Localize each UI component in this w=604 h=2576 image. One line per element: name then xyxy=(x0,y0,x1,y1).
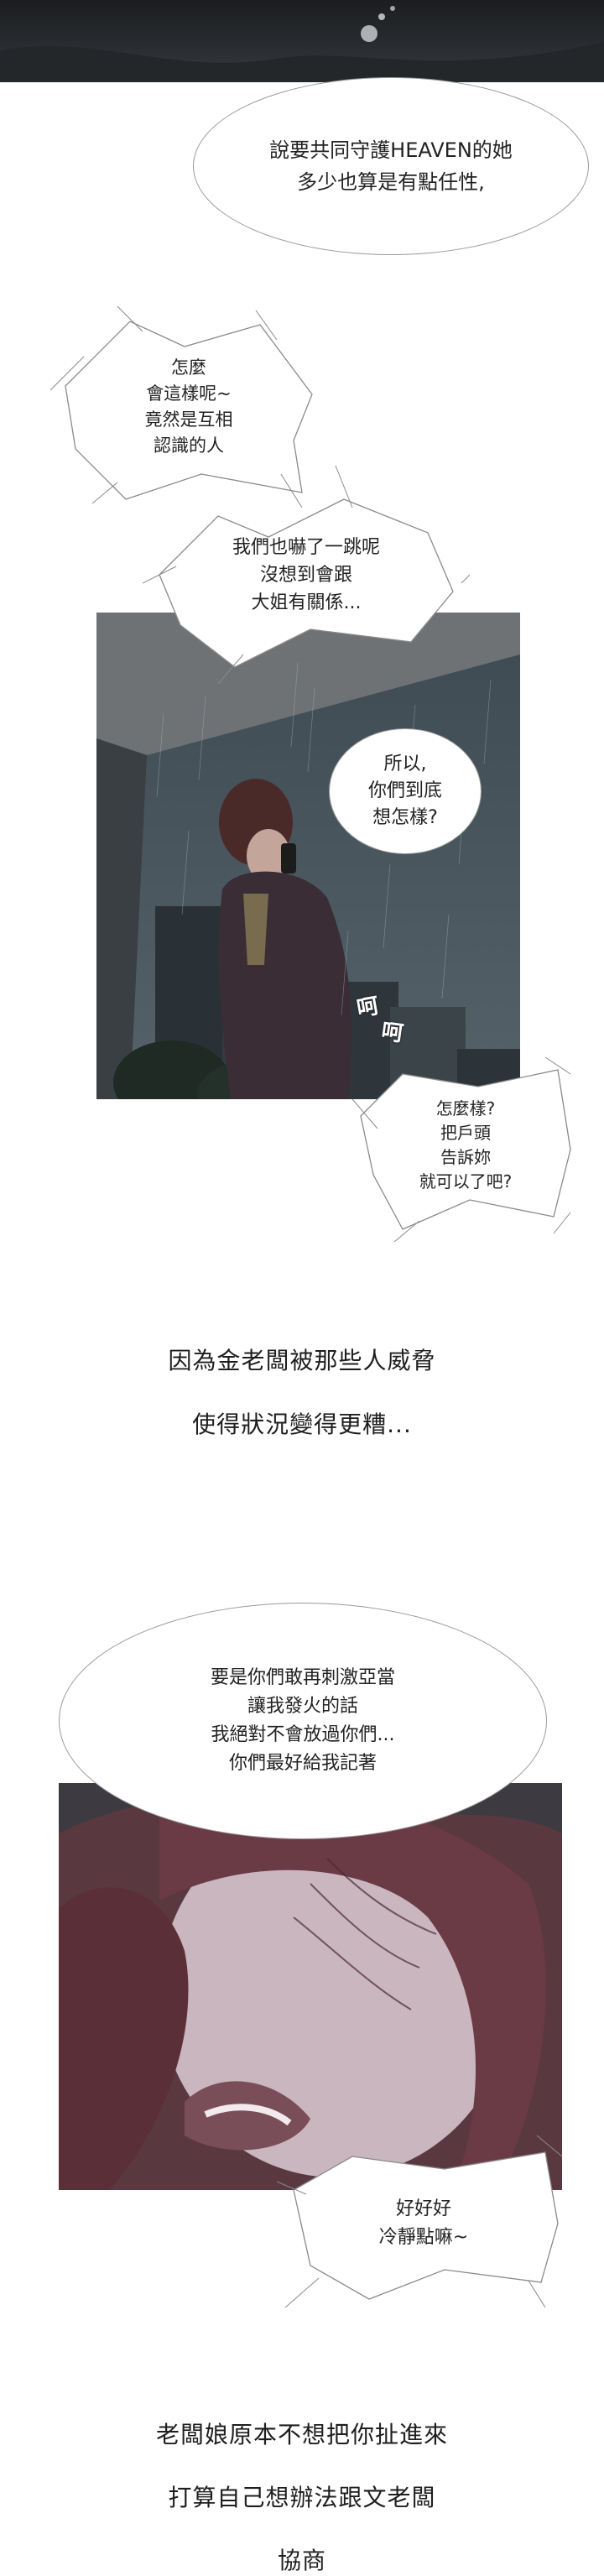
top-panel-art xyxy=(0,6,604,82)
spiky-bubble-3: 怎麼樣? 把戶頭 告訴妳 就可以了吧? xyxy=(352,1049,579,1242)
spiky-2-line-1: 我們也嚇了一跳呢 xyxy=(232,536,380,558)
rain-panel xyxy=(96,613,520,1099)
bubble-phone-line-1: 所以, xyxy=(383,754,427,774)
crying-panel xyxy=(59,1783,562,2190)
spiky-1-line-1: 怎麼 xyxy=(171,357,206,378)
narration-1-line-1: 因為金老闆被那些人威脅 xyxy=(168,1347,436,1374)
narration-2-line-3: 協商 xyxy=(277,2547,326,2574)
sfx-laugh: 呵 呵 xyxy=(355,990,415,1057)
bubble-threat-line-3: 我絕對不會放過你們... xyxy=(211,1724,395,1745)
spiky-1-line-3: 竟然是互相 xyxy=(144,409,233,430)
bubble-phone-line-2: 你們到底 xyxy=(367,780,442,801)
spiky-3-line-2: 把戶頭 xyxy=(440,1123,491,1143)
spiky-2-line-3: 大姐有關係... xyxy=(251,592,362,613)
spiky-1-line-4: 認識的人 xyxy=(154,435,224,456)
top-panel-fragment xyxy=(0,0,604,82)
narration-2-line-1: 老闆娘原本不想把你扯進來 xyxy=(155,2421,448,2448)
speech-bubble-phone: 所以, 你們到底 想怎樣? xyxy=(329,728,482,854)
sfx-laugh-2: 呵 xyxy=(379,1019,405,1047)
bubble-threat-line-1: 要是你們敢再刺激亞當 xyxy=(210,1667,395,1688)
spiky-3-line-4: 就可以了吧? xyxy=(419,1171,513,1192)
spiky-3-line-3: 告訴妳 xyxy=(440,1147,491,1167)
sfx-laugh-1: 呵 xyxy=(355,993,381,1022)
rain-panel-art xyxy=(96,613,520,1099)
bubble-top-line-1: 說要共同守護HEAVEN的她 xyxy=(269,138,513,162)
narration-2-line-2: 打算自己想辦法跟文老闆 xyxy=(168,2484,436,2511)
speech-bubble-threat: 要是你們敢再刺激亞當 讓我發火的話 我絕對不會放過你們... 你們最好給我記著 xyxy=(59,1603,547,1839)
spiky-1-line-2: 會這樣呢~ xyxy=(146,383,232,404)
spiky-3-line-1: 怎麼樣? xyxy=(435,1098,496,1119)
spiky-2-line-2: 沒想到會跟 xyxy=(259,564,352,586)
spiky-bubble-2: 我們也嚇了一跳呢 沒想到會跟 大姐有關係... xyxy=(143,466,470,684)
spiky-4-line-1: 好好好 xyxy=(395,2198,451,2219)
spiky-4-line-2: 冷靜點嘛~ xyxy=(378,2227,469,2248)
speech-bubble-top: 說要共同守護HEAVEN的她 多少也算是有點任性, xyxy=(193,77,589,255)
bubble-threat-line-4: 你們最好給我記著 xyxy=(228,1753,377,1774)
narration-1-line-2: 使得狀況變得更糟... xyxy=(192,1411,412,1438)
spiky-bubble-4: 好好好 冷靜點嘛~ xyxy=(277,2131,570,2316)
bubble-top-line-2: 多少也算是有點任性, xyxy=(297,170,485,194)
bubble-phone-line-3: 想怎樣? xyxy=(372,807,438,828)
bubble-threat-line-2: 讓我發火的話 xyxy=(247,1696,358,1717)
crying-panel-art xyxy=(59,1783,562,2190)
